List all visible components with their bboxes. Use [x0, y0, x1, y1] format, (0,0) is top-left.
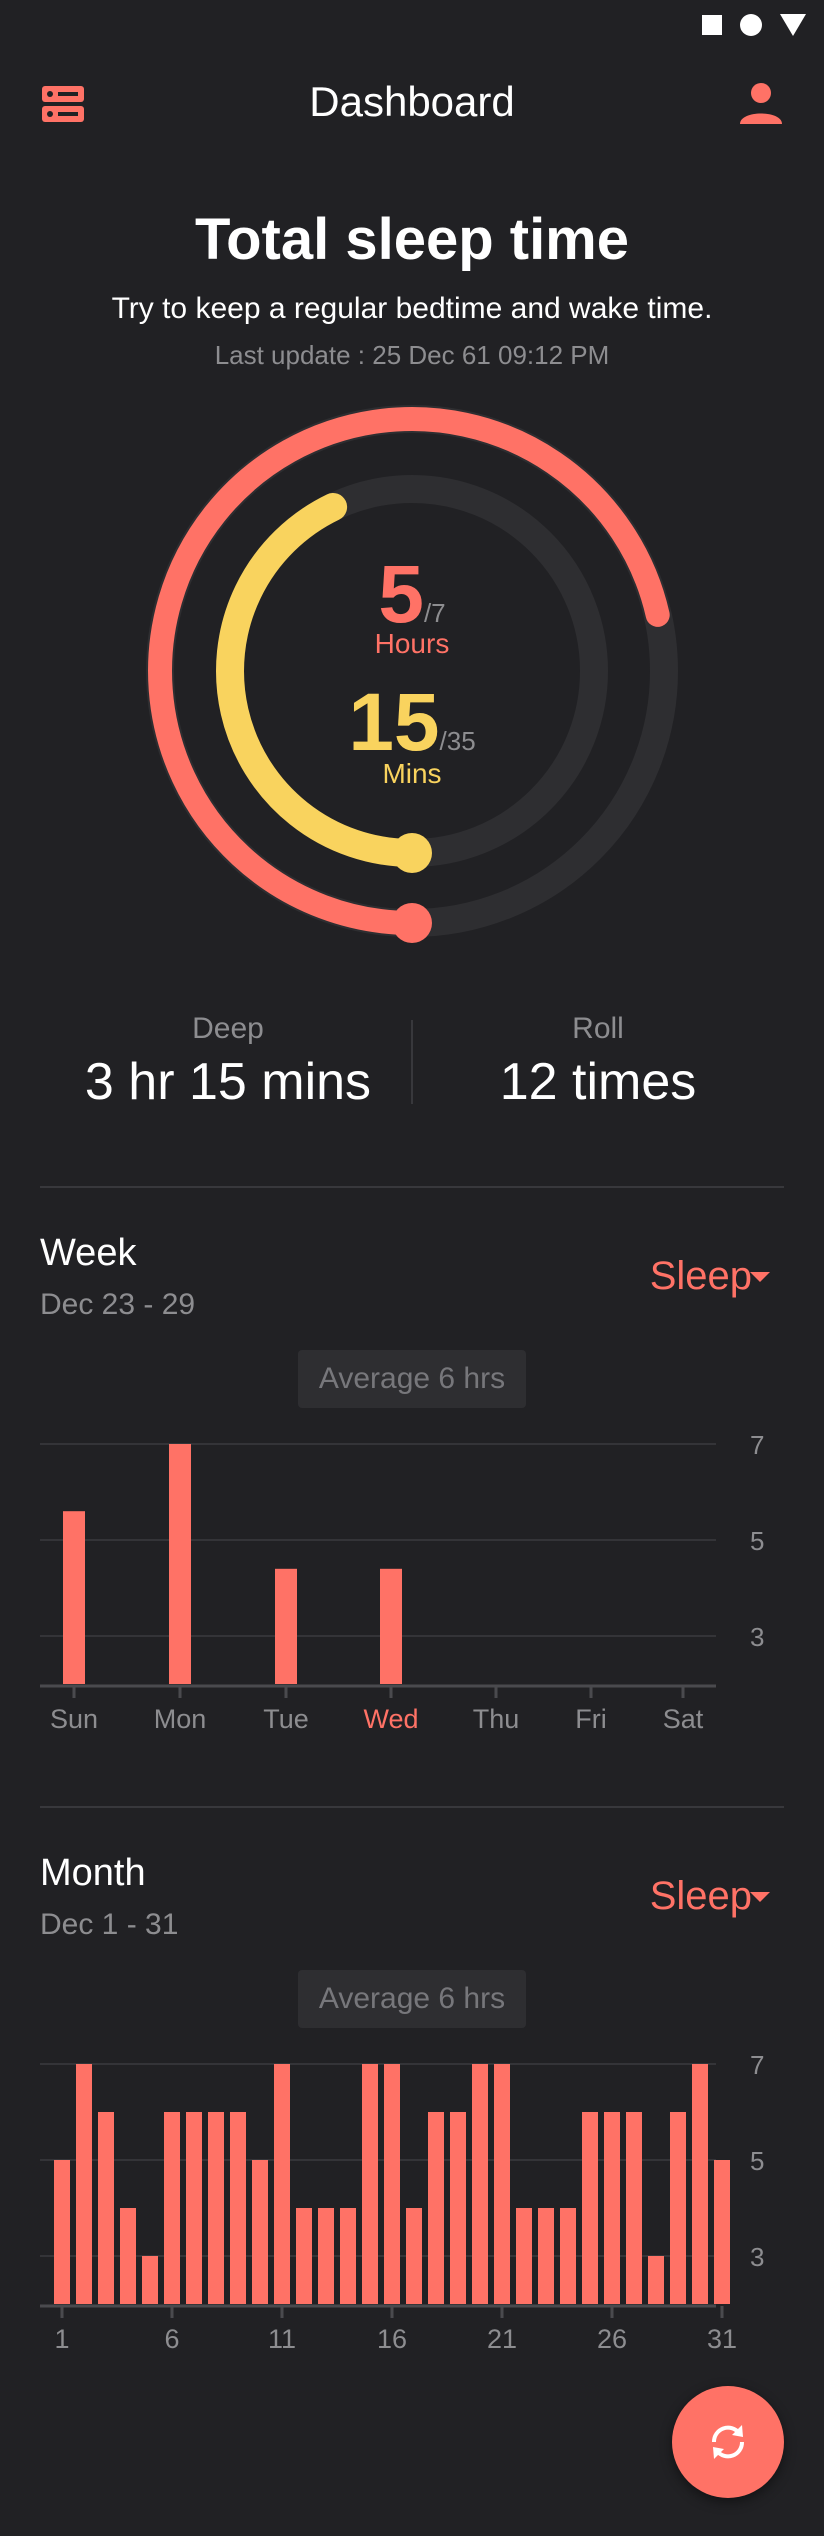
divider	[40, 1186, 784, 1188]
bar	[63, 1511, 85, 1684]
bar	[230, 2112, 246, 2304]
summary-title: Total sleep time	[194, 207, 630, 272]
x-tick-label: 31	[707, 2324, 737, 2354]
x-tick-label: 21	[487, 2324, 517, 2354]
deep-value: 3 hr 15 mins	[84, 1053, 372, 1111]
y-tick-label: 3	[750, 1622, 764, 1652]
status-bar	[702, 14, 806, 36]
hours-label: Hours	[374, 628, 450, 659]
hours-total: /7	[423, 598, 446, 628]
week-metric-select[interactable]: Sleep	[650, 1254, 752, 1299]
chevron-down-icon[interactable]	[750, 1272, 770, 1282]
bar	[76, 2064, 92, 2304]
x-tick-label: 11	[268, 2324, 296, 2354]
chevron-down-icon[interactable]	[750, 1892, 770, 1902]
bar	[450, 2112, 466, 2304]
triangle-icon	[780, 14, 806, 36]
bar	[274, 2064, 290, 2304]
x-tick-label: 6	[164, 2324, 179, 2354]
bar	[208, 2112, 224, 2304]
page-title: Dashboard	[309, 78, 515, 125]
hours-value: 5	[378, 549, 424, 640]
hours-label-wrap: Hours	[0, 628, 824, 660]
mins-value: 15	[348, 677, 440, 768]
mins-knob	[392, 833, 432, 873]
sync-icon	[711, 2425, 745, 2459]
bar	[252, 2160, 268, 2304]
mins-label-wrap: Mins	[0, 758, 824, 790]
roll-label: Roll	[572, 1012, 624, 1045]
week-range: Dec 23 - 29	[40, 1288, 196, 1321]
bar	[560, 2208, 576, 2304]
month-title: Month	[40, 1852, 146, 1894]
bar	[406, 2208, 422, 2304]
sleep-ring	[146, 405, 678, 943]
y-tick-label: 7	[750, 2050, 764, 2080]
bar	[604, 2112, 620, 2304]
bar	[648, 2256, 664, 2304]
divider	[40, 1806, 784, 1808]
week-title: Week	[40, 1232, 137, 1274]
roll-stat: Roll 12 times	[392, 1012, 804, 1112]
bar	[169, 1444, 191, 1684]
month-metric-select[interactable]: Sleep	[650, 1874, 752, 1919]
bar	[318, 2208, 334, 2304]
mins-readout: 15/35	[0, 676, 824, 770]
month-average-badge: Average 6 hrs	[298, 1970, 526, 2028]
deep-stat: Deep 3 hr 15 mins	[22, 1012, 434, 1112]
bar	[296, 2208, 312, 2304]
x-tick-label: Wed	[363, 1704, 418, 1734]
y-tick-label: 3	[750, 2242, 764, 2272]
bar	[582, 2112, 598, 2304]
bar	[120, 2208, 136, 2304]
bar	[54, 2160, 70, 2304]
x-tick-label: Sun	[50, 1704, 98, 1734]
bar	[98, 2112, 114, 2304]
bar	[362, 2064, 378, 2304]
week-chart: 7 5 3 Sun Mon Tue Wed Thu Fri Sat	[40, 1430, 764, 1734]
deep-label: Deep	[192, 1012, 264, 1045]
bar	[538, 2208, 554, 2304]
bar	[186, 2112, 202, 2304]
y-tick-label: 5	[750, 1526, 764, 1556]
week-average-badge: Average 6 hrs	[298, 1350, 526, 1408]
mins-label: Mins	[382, 758, 442, 789]
bar	[384, 2064, 400, 2304]
bar	[164, 2112, 180, 2304]
x-tick-label: Fri	[575, 1704, 606, 1734]
mins-total: /35	[439, 726, 476, 756]
x-tick-label: Mon	[154, 1704, 207, 1734]
bar	[275, 1568, 297, 1684]
x-tick-label: Sat	[663, 1704, 704, 1734]
bar	[670, 2112, 686, 2304]
x-tick-label: Thu	[473, 1704, 520, 1734]
y-tick-label: 7	[750, 1430, 764, 1460]
roll-value: 12 times	[499, 1053, 697, 1111]
bar	[494, 2064, 510, 2304]
bar	[516, 2208, 532, 2304]
last-update: Last update : 25 Dec 61 09:12 PM	[214, 340, 610, 370]
y-tick-label: 5	[750, 2146, 764, 2176]
square-icon	[702, 15, 722, 35]
month-range: Dec 1 - 31	[40, 1908, 179, 1941]
bar	[142, 2256, 158, 2304]
month-chart: 7531 6 11 16 21 26 31	[40, 2050, 764, 2354]
summary-subtitle: Try to keep a regular bedtime and wake t…	[111, 292, 713, 325]
x-tick-label: Tue	[263, 1704, 309, 1734]
bar	[340, 2208, 356, 2304]
hours-knob	[392, 903, 432, 943]
person-icon[interactable]	[738, 82, 784, 126]
bar	[626, 2112, 642, 2304]
bar	[692, 2064, 708, 2304]
bar	[380, 1568, 402, 1684]
x-tick-label: 16	[377, 2324, 407, 2354]
x-tick-label: 26	[597, 2324, 627, 2354]
bar	[714, 2160, 730, 2304]
bar	[472, 2064, 488, 2304]
circle-icon	[740, 14, 762, 36]
x-tick-label: 1	[54, 2324, 69, 2354]
bar	[428, 2112, 444, 2304]
sync-button[interactable]	[672, 2386, 784, 2498]
